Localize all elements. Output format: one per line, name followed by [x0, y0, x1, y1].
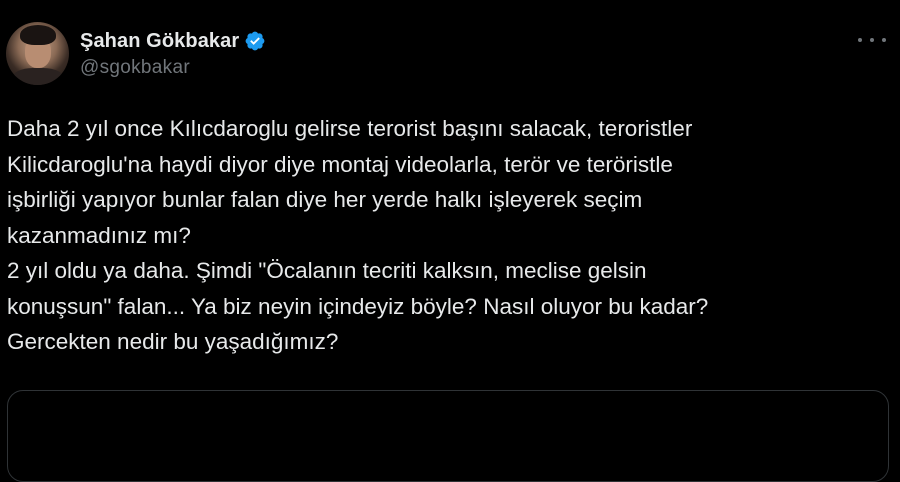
avatar-shirt — [12, 68, 64, 85]
more-dot-icon — [858, 38, 862, 42]
avatar-hair — [20, 25, 56, 45]
more-options-button[interactable] — [858, 30, 886, 50]
quoted-tweet-card[interactable] — [7, 390, 889, 482]
tweet-header: Şahan Gökbakar @sgokbakar — [6, 22, 266, 85]
tweet-text-line: işbirliği yapıyor bunlar falan diye her … — [7, 187, 643, 212]
tweet-text-line: kazanmadınız mı? — [7, 222, 191, 248]
more-dot-icon — [870, 38, 874, 42]
author-info: Şahan Gökbakar @sgokbakar — [80, 27, 266, 79]
more-dot-icon — [882, 38, 886, 42]
tweet-text: Daha 2 yıl once Kılıcdaroglu gelirse ter… — [7, 111, 887, 360]
avatar[interactable] — [6, 22, 69, 85]
tweet-text-line: 2 yıl oldu ya daha. Şimdi "Öcalanın tecr… — [7, 258, 647, 283]
tweet-text-line: konuşsun" falan... Ya biz neyin içindeyi… — [7, 293, 709, 319]
display-name-row: Şahan Gökbakar — [80, 27, 266, 55]
tweet: Şahan Gökbakar @sgokbakar Daha 2 yıl onc… — [0, 0, 900, 482]
tweet-text-line: Kilicdaroglu'na haydi diyor diye montaj … — [7, 151, 673, 177]
user-handle[interactable]: @sgokbakar — [80, 57, 266, 79]
verified-badge-icon — [245, 31, 265, 51]
tweet-text-line: Daha 2 yıl once Kılıcdaroglu gelirse ter… — [7, 116, 693, 141]
tweet-text-line: Gercekten nedir bu yaşadığımız? — [7, 329, 339, 354]
display-name[interactable]: Şahan Gökbakar — [80, 30, 239, 53]
